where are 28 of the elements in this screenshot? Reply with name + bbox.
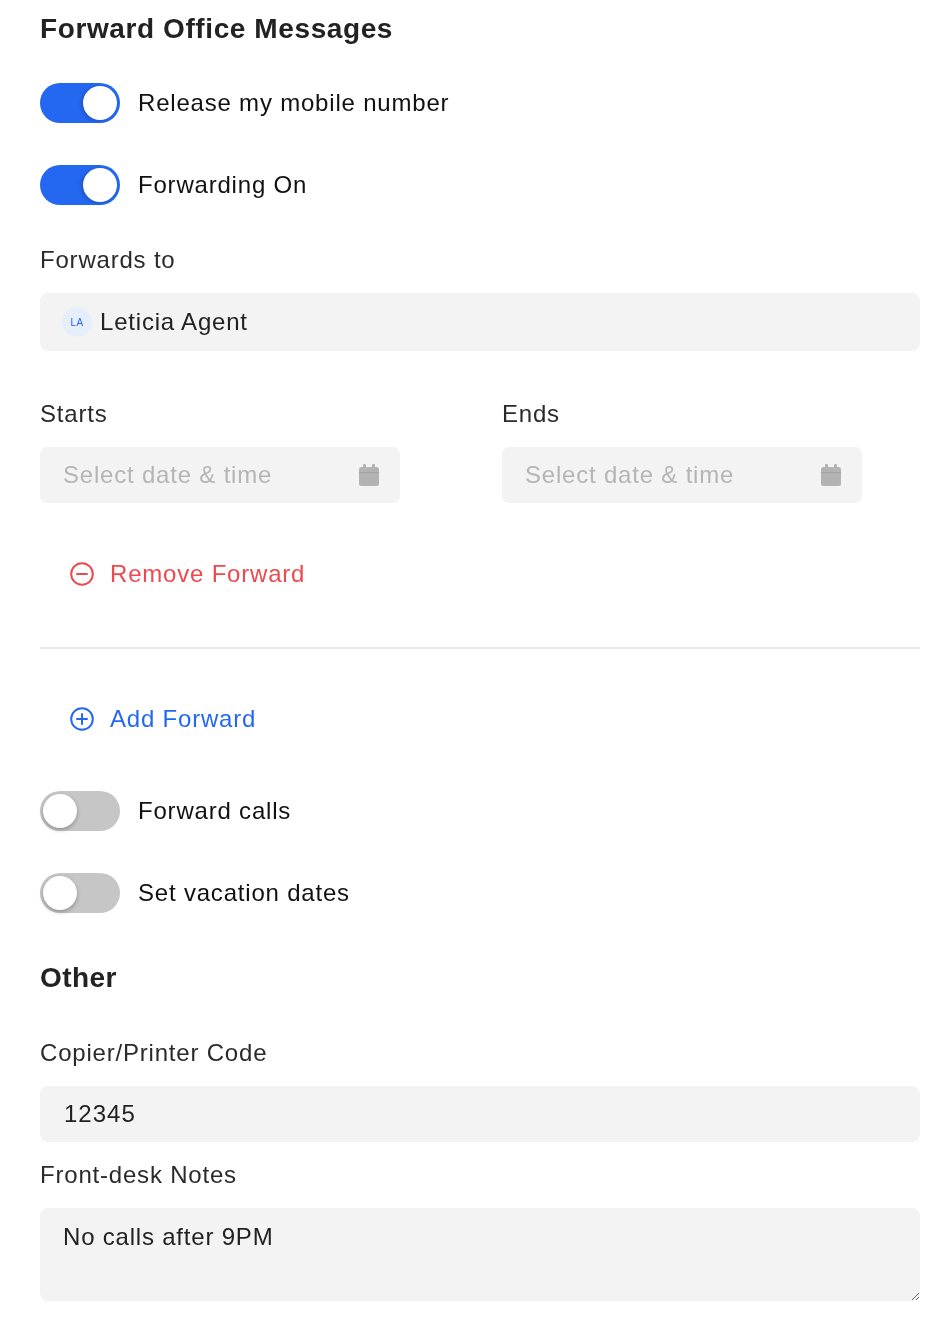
toggle-switch[interactable] bbox=[40, 873, 120, 913]
recipient-field[interactable]: LA Leticia Agent bbox=[40, 293, 920, 351]
plus-circle-icon bbox=[70, 707, 94, 731]
calendar-icon[interactable] bbox=[821, 464, 841, 486]
field-label: Starts bbox=[40, 399, 108, 429]
field-label: Front-desk Notes bbox=[40, 1160, 237, 1190]
toggle-switch[interactable] bbox=[40, 791, 120, 831]
recipient-name: Leticia Agent bbox=[100, 307, 248, 337]
avatar-initials: LA bbox=[62, 307, 92, 337]
toggle-switch[interactable] bbox=[40, 83, 120, 123]
toggle-switch[interactable] bbox=[40, 165, 120, 205]
date-time-field[interactable]: Select date & time bbox=[40, 447, 400, 503]
date-time-field[interactable]: Select date & time bbox=[502, 447, 862, 503]
copier-code-input[interactable]: 12345 bbox=[40, 1086, 920, 1142]
toggle-label: Release my mobile number bbox=[138, 88, 450, 118]
remove-forward-button[interactable]: Remove Forward bbox=[58, 554, 318, 594]
notes-textarea[interactable]: No calls after 9PM bbox=[40, 1208, 920, 1301]
toggle-label: Set vacation dates bbox=[138, 878, 350, 908]
minus-circle-icon bbox=[70, 562, 94, 586]
add-forward-button[interactable]: Add Forward bbox=[58, 699, 269, 739]
field-label: Forwards to bbox=[40, 245, 176, 275]
field-label: Ends bbox=[502, 399, 560, 429]
section-title: Other bbox=[40, 961, 117, 995]
calendar-icon[interactable] bbox=[359, 464, 379, 486]
toggle-label: Forwarding On bbox=[138, 170, 308, 200]
section-title: Forward Office Messages bbox=[40, 12, 394, 46]
toggle-label: Forward calls bbox=[138, 796, 292, 826]
field-label: Copier/Printer Code bbox=[40, 1038, 268, 1068]
